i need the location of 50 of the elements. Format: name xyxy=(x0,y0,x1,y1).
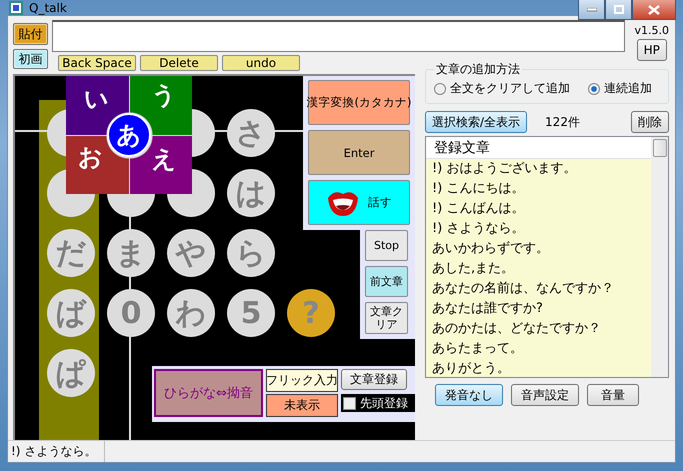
group-title: 文章の追加方法 xyxy=(435,61,521,78)
petal-label[interactable]: う xyxy=(152,82,176,108)
action-button[interactable]: Enter xyxy=(308,130,410,175)
count-label: 122件 xyxy=(544,114,581,130)
sound-button[interactable]: 発音なし xyxy=(435,384,503,406)
close-icon[interactable] xyxy=(632,0,676,20)
list-item[interactable]: !) おはようございます。 xyxy=(426,159,651,179)
list-item[interactable]: あなたは誰ですか? xyxy=(426,299,651,319)
action-button[interactable]: 話す xyxy=(308,180,410,225)
list-item[interactable]: あいかわらずです。 xyxy=(426,239,651,259)
side-button[interactable]: 前文章 xyxy=(365,266,408,297)
sound-button[interactable]: 音声設定 xyxy=(511,384,579,406)
reset-button[interactable]: 初画 xyxy=(13,49,48,69)
list-item[interactable]: !) さようなら。 xyxy=(426,219,651,239)
display-mode-label: 未表示 xyxy=(266,394,338,417)
side-button[interactable]: 文章クリア xyxy=(365,302,408,334)
list-item[interactable]: あのかたは、どなたですか？ xyxy=(426,319,651,339)
input-mode-label: フリック入力 xyxy=(266,369,338,392)
list-item[interactable]: あなたの名前は、なんですか？ xyxy=(426,279,651,299)
list-item[interactable]: ありがとう。 xyxy=(426,359,651,377)
list-item[interactable]: !) こんばんは。 xyxy=(426,199,651,219)
radio-option[interactable]: 全文をクリアして追加 xyxy=(434,80,570,97)
petal-label[interactable]: お xyxy=(78,144,103,170)
edit-button[interactable]: Back Space xyxy=(58,55,136,71)
delete-button[interactable]: 削除 xyxy=(631,111,669,133)
sound-button[interactable]: 音量 xyxy=(587,384,639,406)
scrollbar[interactable] xyxy=(651,137,668,377)
edit-button[interactable]: Delete xyxy=(140,55,218,71)
status-text: !) さようなら。 xyxy=(8,441,105,462)
app-icon xyxy=(9,0,23,14)
version-label: v1.5.0 xyxy=(634,24,669,37)
head-register-checkbox[interactable]: 先頭登録 xyxy=(341,394,415,412)
text-field[interactable] xyxy=(52,20,625,52)
hp-button[interactable]: HP xyxy=(636,39,667,61)
side-button[interactable]: Stop xyxy=(365,230,408,261)
paste-button[interactable]: 貼付 xyxy=(13,23,48,45)
list-item[interactable]: あらたまって。 xyxy=(426,339,651,359)
petal-label[interactable]: え xyxy=(152,146,176,172)
radio-option[interactable]: 連続追加 xyxy=(588,80,652,97)
column-header: 登録文章 xyxy=(426,137,651,159)
maximize-icon[interactable] xyxy=(605,0,632,20)
action-button[interactable]: 漢字変換(カタカナ) xyxy=(308,80,410,125)
list-item[interactable]: あした,また。 xyxy=(426,259,651,279)
list-item[interactable]: !) こんにちは。 xyxy=(426,179,651,199)
petal-label[interactable]: い xyxy=(84,86,109,112)
minimize-icon[interactable] xyxy=(578,0,605,20)
search-button[interactable]: 選択検索/全表示 xyxy=(425,111,528,133)
window-title: Q_talk xyxy=(29,0,67,14)
edit-button[interactable]: undo xyxy=(222,55,300,71)
register-button[interactable]: 文章登録 xyxy=(341,369,407,390)
